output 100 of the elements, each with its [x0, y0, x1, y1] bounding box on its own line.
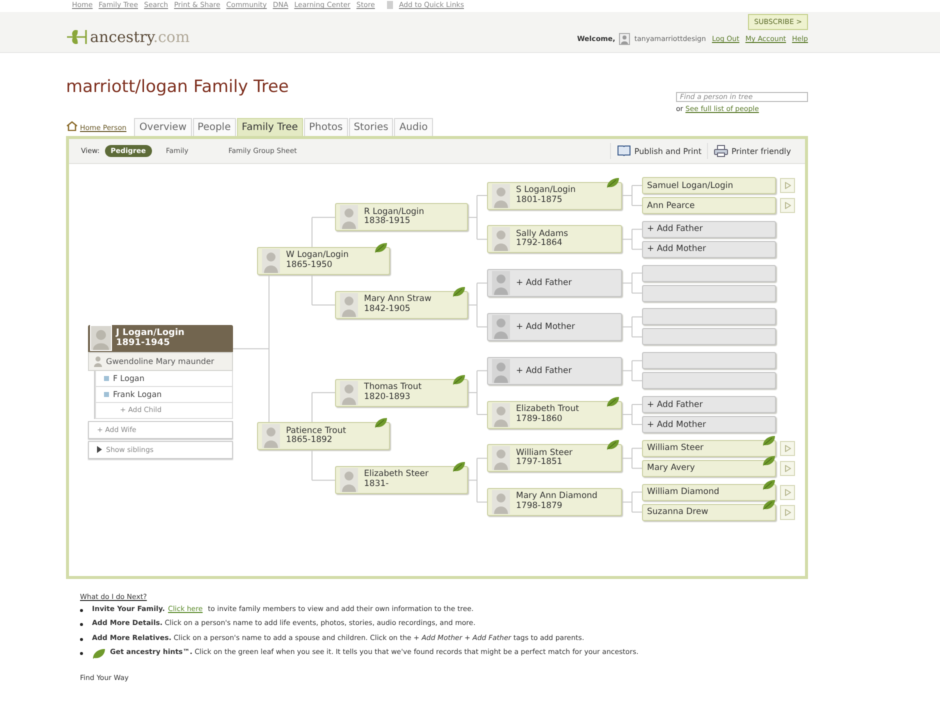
- life-dates: 1842-1905: [364, 305, 412, 315]
- avatar-icon: [492, 314, 510, 339]
- leaf-icon[interactable]: [762, 498, 776, 511]
- life-dates: 1820-1893: [364, 392, 412, 402]
- page-title: marriott/logan Family Tree: [66, 77, 289, 99]
- bullet-icon: [80, 638, 83, 641]
- person-name[interactable]: Mary Ann Diamond: [516, 492, 598, 502]
- avatar-icon: [619, 33, 630, 45]
- leaf-icon[interactable]: [452, 286, 466, 298]
- book-icon: [617, 145, 632, 157]
- person-card[interactable]: Sally Adams 1792-1864: [487, 225, 622, 254]
- spouse-row[interactable]: Gwendoline Mary maunder: [88, 352, 233, 371]
- leaf-icon[interactable]: [452, 374, 466, 386]
- leaf-icon[interactable]: [606, 439, 620, 452]
- house-icon: [66, 121, 78, 131]
- person-name[interactable]: William Steer: [516, 448, 573, 458]
- life-dates: 1798-1879: [516, 502, 564, 512]
- triangle-icon: [784, 202, 790, 209]
- add-parent-button[interactable]: + Add Father: [642, 396, 776, 413]
- triangle-icon: [784, 488, 790, 496]
- bullet-icon: [80, 623, 83, 626]
- triangle-icon: [784, 464, 790, 472]
- leaf-icon[interactable]: [762, 434, 776, 447]
- child-name[interactable]: Frank Logan: [113, 390, 162, 399]
- person-card[interactable]: Mary Ann Diamond 1798-1879: [487, 488, 622, 516]
- person-card[interactable]: Elizabeth Steer 1831-: [335, 466, 468, 494]
- toolbar-action[interactable]: Publish and Print: [610, 143, 708, 159]
- life-dates: 1865-1892: [286, 436, 334, 446]
- bullet-icon: [80, 652, 83, 656]
- avatar-icon: [94, 356, 102, 367]
- tab[interactable]: Stories: [348, 118, 394, 136]
- avatar-icon: [340, 293, 358, 317]
- person-name[interactable]: Elizabeth Steer: [364, 470, 428, 480]
- person-card[interactable]: Elizabeth Trout 1789-1860: [487, 400, 622, 428]
- bullet-icon: [80, 609, 83, 612]
- logo-text[interactable]: ancestry.com: [90, 28, 190, 46]
- person-name[interactable]: J Logan/Login: [116, 328, 184, 338]
- ancestor-button[interactable]: Ann Pearce: [642, 197, 776, 214]
- tab[interactable]: Overview: [134, 118, 192, 136]
- person-card[interactable]: R Logan/Login 1838-1915: [335, 203, 468, 232]
- leaf-icon[interactable]: [606, 176, 620, 188]
- avatar-icon: [90, 325, 112, 352]
- child-icon: [104, 392, 109, 397]
- person-name[interactable]: Patience Trout: [286, 426, 346, 436]
- leaf-icon[interactable]: [374, 417, 388, 430]
- avatar-icon: [262, 249, 280, 274]
- tab[interactable]: Audio: [394, 118, 433, 136]
- spouse-name[interactable]: Gwendoline Mary maunder: [106, 356, 214, 366]
- avatar-icon: [492, 184, 510, 208]
- tab[interactable]: Photos: [304, 118, 348, 136]
- person-card[interactable]: S Logan/Login 1801-1875: [487, 182, 622, 210]
- avatar-icon: [492, 446, 510, 470]
- child-row[interactable]: F Logan: [95, 370, 233, 387]
- child-row[interactable]: Frank Logan: [95, 386, 233, 403]
- add-parent-button[interactable]: + Add Father: [487, 356, 622, 385]
- add-parent-button[interactable]: + Add Mother: [642, 416, 776, 433]
- person-name[interactable]: Mary Ann Straw: [364, 295, 432, 305]
- leaf-icon[interactable]: [762, 454, 776, 467]
- avatar-icon: [492, 490, 510, 514]
- ancestor-button[interactable]: William Diamond: [642, 484, 776, 501]
- person-name[interactable]: Thomas Trout: [364, 382, 422, 393]
- ancestor-button[interactable]: Samuel Logan/Login: [642, 177, 776, 194]
- child-icon: [104, 376, 109, 381]
- avatar-icon: [492, 227, 510, 252]
- person-name[interactable]: S Logan/Login: [516, 186, 576, 196]
- leaf-icon[interactable]: [374, 242, 388, 254]
- add-parent-button[interactable]: + Add Mother: [642, 240, 776, 258]
- life-dates: 1831-: [364, 480, 390, 490]
- person-name[interactable]: Sally Adams: [516, 230, 568, 240]
- leaf-icon[interactable]: [606, 396, 620, 408]
- ancestor-button[interactable]: Mary Avery: [642, 460, 776, 477]
- child-name[interactable]: F Logan: [113, 374, 144, 383]
- person-name[interactable]: R Logan/Login: [364, 208, 424, 218]
- tab[interactable]: Family Tree: [236, 118, 303, 136]
- person-name[interactable]: W Logan/Login: [286, 251, 349, 262]
- person-card[interactable]: Thomas Trout 1820-1893: [335, 378, 468, 407]
- avatar-icon: [492, 402, 510, 426]
- printer-icon: [714, 145, 728, 157]
- add-parent-button[interactable]: + Add Mother: [487, 312, 622, 341]
- toolbar-action[interactable]: Printer friendly: [707, 143, 797, 159]
- triangle-icon: [784, 182, 790, 189]
- add-parent-button[interactable]: + Add Father: [642, 220, 776, 238]
- leaf-icon[interactable]: [452, 461, 466, 474]
- leaf-icon[interactable]: [762, 478, 776, 491]
- person-card[interactable]: W Logan/Login 1865-1950: [257, 247, 390, 276]
- avatar-icon: [262, 424, 280, 448]
- person-card[interactable]: Mary Ann Straw 1842-1905: [335, 291, 468, 319]
- ancestor-button[interactable]: Suzanna Drew: [642, 504, 776, 521]
- avatar-icon: [340, 468, 358, 492]
- life-dates: 1801-1875: [516, 196, 564, 206]
- logo-icon: [66, 29, 88, 45]
- tab[interactable]: People: [192, 118, 236, 136]
- avatar-icon: [492, 271, 510, 296]
- person-card[interactable]: Patience Trout 1865-1892: [257, 422, 390, 450]
- person-name[interactable]: Elizabeth Trout: [516, 404, 579, 414]
- add-parent-button[interactable]: + Add Father: [487, 269, 622, 298]
- ancestor-button[interactable]: William Steer: [642, 440, 776, 457]
- home-person-card[interactable]: J Logan/Login 1891-1945: [88, 324, 233, 352]
- life-dates: 1792-1864: [516, 239, 564, 250]
- person-card[interactable]: William Steer 1797-1851: [487, 444, 622, 472]
